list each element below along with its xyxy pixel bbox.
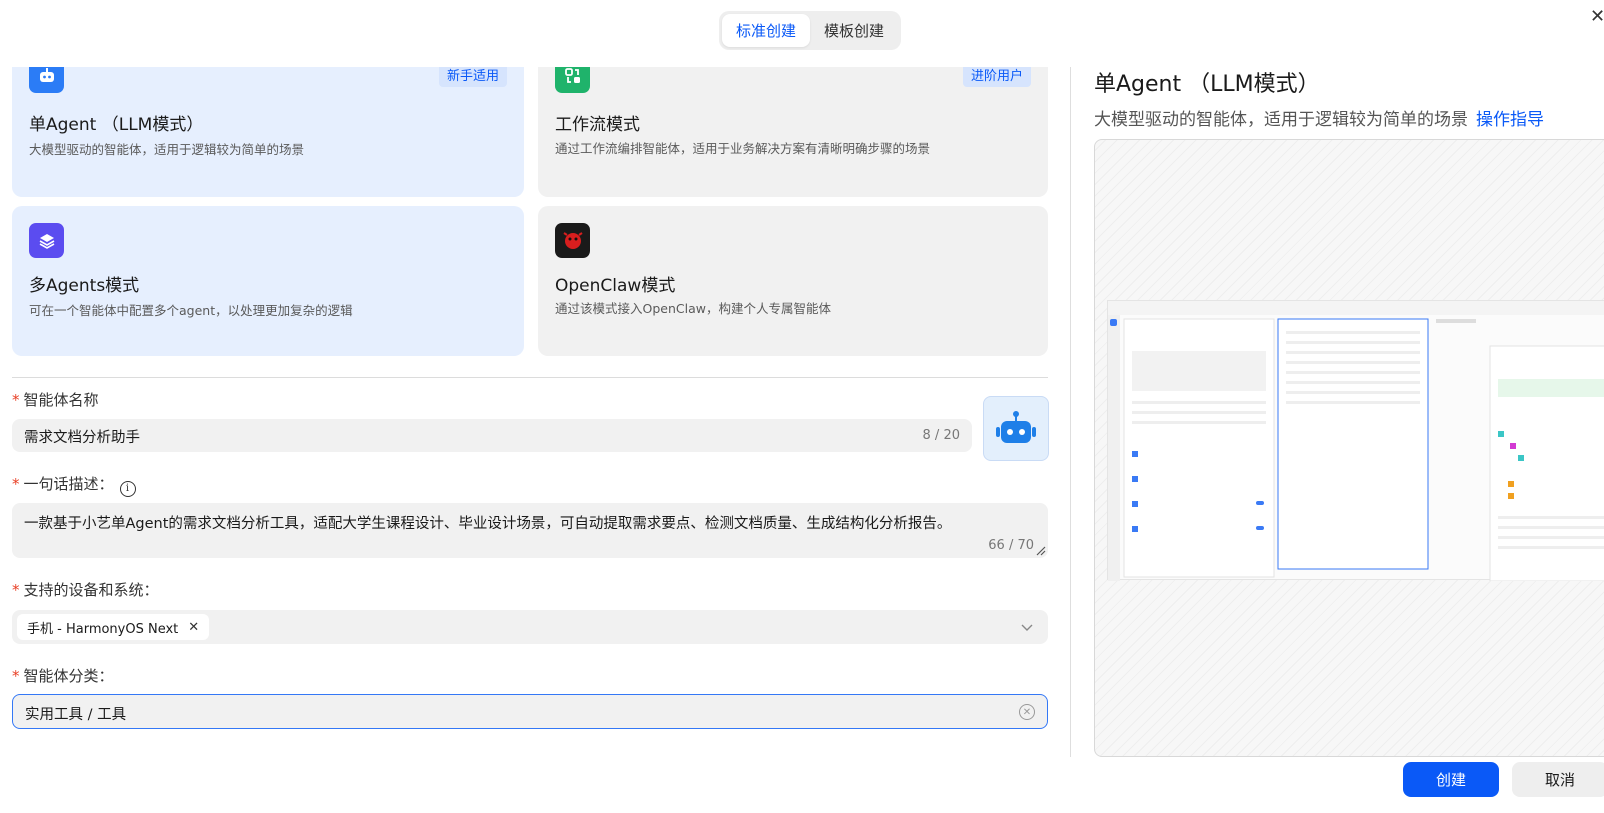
device-label: * 支持的设备和系统： <box>12 581 159 599</box>
close-icon[interactable]: ✕ <box>1590 8 1604 26</box>
mode-title: 工作流模式 <box>555 115 640 135</box>
preview-image <box>1094 139 1604 757</box>
device-select[interactable]: 手机 - HarmonyOS Next ✕ <box>12 610 1048 644</box>
avatar-upload[interactable] <box>983 396 1049 461</box>
remove-chip-icon[interactable]: ✕ <box>188 620 199 635</box>
clear-icon[interactable]: ✕ <box>1019 704 1035 720</box>
tab-template-create[interactable]: 模板创建 <box>810 14 898 47</box>
description-counter: 66 / 70 <box>988 538 1034 553</box>
resize-handle-icon[interactable] <box>1036 546 1046 556</box>
preview-title: 单Agent （LLM模式） <box>1094 72 1320 97</box>
advanced-badge: 进阶用户 <box>962 67 1031 87</box>
description-value: 一款基于小艺单Agent的需求文档分析工具，适配大学生课程设计、毕业设计场景，可… <box>24 516 952 532</box>
layers-icon <box>29 223 64 258</box>
mode-title: 多Agents模式 <box>29 276 140 296</box>
guide-link[interactable]: 操作指导 <box>1476 110 1544 130</box>
robot-icon <box>29 67 64 93</box>
preview-desc: 大模型驱动的智能体，适用于逻辑较为简单的场景 操作指导 <box>1094 105 1544 130</box>
name-label: * 智能体名称 <box>12 391 99 409</box>
preview-desc-text: 大模型驱动的智能体，适用于逻辑较为简单的场景 <box>1094 110 1468 130</box>
workflow-icon <box>555 67 590 93</box>
beginner-badge: 新手适用 <box>438 67 507 87</box>
mode-desc: 通过该模式接入OpenClaw，构建个人专属智能体 <box>555 301 831 316</box>
divider <box>12 377 1048 378</box>
mode-card-openclaw[interactable]: OpenClaw模式 通过该模式接入OpenClaw，构建个人专属智能体 <box>538 206 1048 356</box>
creation-mode-switch: 标准创建 模板创建 <box>719 11 901 50</box>
mode-card-workflow[interactable]: 进阶用户 工作流模式 通过工作流编排智能体，适用于业务解决方案有清晰明确步骤的场… <box>538 67 1048 197</box>
mode-desc: 可在一个智能体中配置多个agent，以处理更加复杂的逻辑 <box>29 303 353 318</box>
robot-avatar-icon <box>996 410 1036 443</box>
preview-screenshot <box>1107 300 1604 582</box>
openclaw-icon <box>555 223 590 258</box>
panel-divider <box>1070 67 1071 757</box>
category-label: * 智能体分类： <box>12 667 114 685</box>
left-panel: 新手适用 单Agent （LLM模式） 大模型驱动的智能体，适用于逻辑较为简单的… <box>0 67 1060 813</box>
device-chip: 手机 - HarmonyOS Next ✕ <box>17 614 210 640</box>
cancel-button[interactable]: 取消 <box>1512 762 1604 797</box>
mode-desc: 大模型驱动的智能体，适用于逻辑较为简单的场景 <box>29 142 305 157</box>
info-icon[interactable]: i <box>119 480 136 497</box>
tab-standard-create[interactable]: 标准创建 <box>722 14 810 47</box>
description-field[interactable]: 一款基于小艺单Agent的需求文档分析工具，适配大学生课程设计、毕业设计场景，可… <box>12 503 1048 558</box>
mode-card-multi-agents[interactable]: 多Agents模式 可在一个智能体中配置多个agent，以处理更加复杂的逻辑 <box>12 206 524 356</box>
create-button[interactable]: 创建 <box>1403 762 1499 797</box>
name-field[interactable]: 需求文档分析助手 8 / 20 <box>12 419 972 452</box>
device-chip-label: 手机 - HarmonyOS Next <box>27 621 179 637</box>
mode-card-single-agent[interactable]: 新手适用 单Agent （LLM模式） 大模型驱动的智能体，适用于逻辑较为简单的… <box>12 67 524 197</box>
chevron-down-icon[interactable] <box>1020 620 1034 634</box>
mode-title: OpenClaw模式 <box>555 276 676 296</box>
description-label: * 一句话描述： i <box>12 473 136 497</box>
category-value: 实用工具 / 工具 <box>25 707 127 723</box>
mode-title: 单Agent （LLM模式） <box>29 115 204 135</box>
name-counter: 8 / 20 <box>922 428 960 443</box>
name-value: 需求文档分析助手 <box>24 430 140 446</box>
category-field[interactable]: 实用工具 / 工具 ✕ <box>12 694 1048 729</box>
mode-desc: 通过工作流编排智能体，适用于业务解决方案有清晰明确步骤的场景 <box>555 141 931 156</box>
